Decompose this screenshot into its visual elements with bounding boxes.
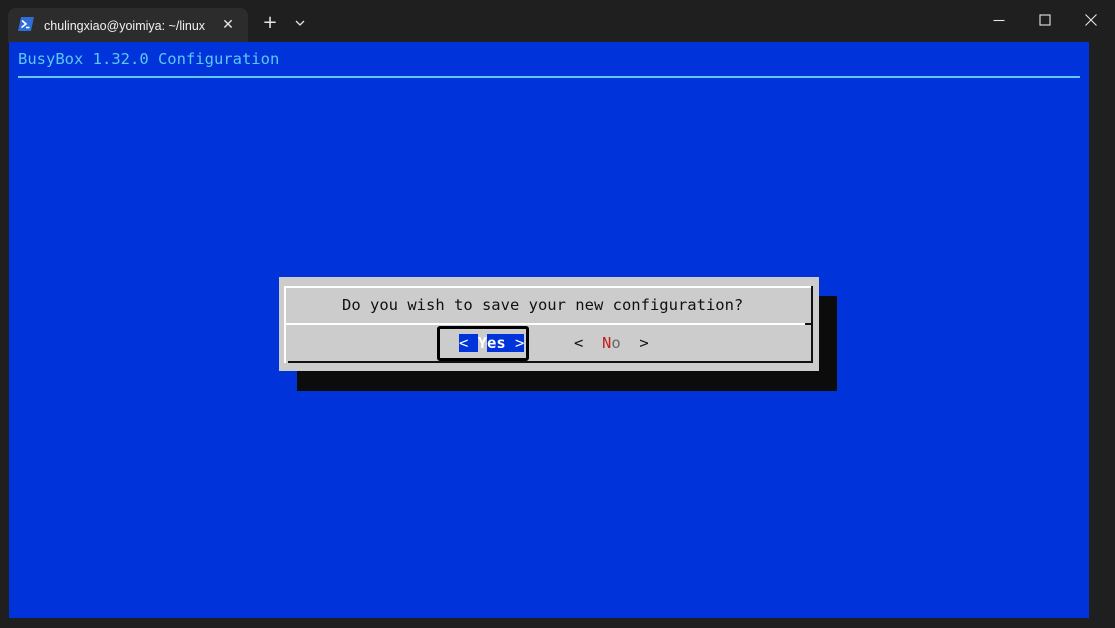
minimize-icon — [993, 19, 1005, 22]
close-icon — [1085, 14, 1097, 26]
yes-label-pad-right — [505, 334, 516, 352]
no-label-pad-left — [583, 334, 602, 352]
backtitle-rule — [18, 76, 1080, 78]
save-config-dialog: Do you wish to save your new configurati… — [279, 277, 819, 371]
yes-hotkey: Y — [477, 334, 488, 352]
title-bar: chulingxiao@yoimiya: ~/linux ✕ + — [0, 0, 1115, 42]
tab-dropdown-button[interactable] — [290, 13, 310, 33]
tab-title: chulingxiao@yoimiya: ~/linux — [44, 19, 206, 33]
backtitle: BusyBox 1.32.0 Configuration — [18, 50, 280, 68]
dialog-border-bottom — [288, 361, 813, 363]
no-label-rest: o — [611, 334, 621, 352]
window-frame-bottom — [0, 618, 1115, 628]
powershell-icon — [18, 17, 34, 31]
terminal-screen[interactable]: BusyBox 1.32.0 Configuration Do you wish… — [9, 42, 1089, 618]
minimize-button[interactable] — [976, 0, 1022, 42]
yes-right-bracket: > — [515, 334, 525, 352]
yes-button[interactable]: < Yes > — [459, 333, 525, 353]
tab-close-button[interactable]: ✕ — [218, 15, 238, 35]
dialog-border-top — [285, 286, 812, 288]
maximize-icon — [1039, 14, 1051, 26]
yes-label-rest: es — [487, 334, 506, 352]
new-tab-button[interactable]: + — [258, 11, 282, 35]
close-window-button[interactable] — [1068, 0, 1114, 42]
maximize-button[interactable] — [1022, 0, 1068, 42]
yes-label-pad-left — [468, 334, 478, 352]
chevron-down-icon — [295, 20, 305, 26]
no-right-bracket: > — [639, 334, 649, 352]
no-hotkey: N — [602, 334, 612, 352]
no-label-pad-right — [621, 334, 640, 352]
dialog-message: Do you wish to save your new configurati… — [342, 296, 744, 314]
no-button[interactable]: < No > — [574, 333, 649, 353]
yes-left-bracket: < — [459, 334, 469, 352]
window-frame-right — [1089, 42, 1115, 628]
dialog-separator-end — [805, 323, 813, 325]
no-left-bracket: < — [574, 334, 584, 352]
terminal-window: chulingxiao@yoimiya: ~/linux ✕ + BusyBox… — [0, 0, 1115, 628]
dialog-separator — [285, 323, 812, 325]
tab-terminal[interactable]: chulingxiao@yoimiya: ~/linux ✕ — [8, 8, 248, 42]
